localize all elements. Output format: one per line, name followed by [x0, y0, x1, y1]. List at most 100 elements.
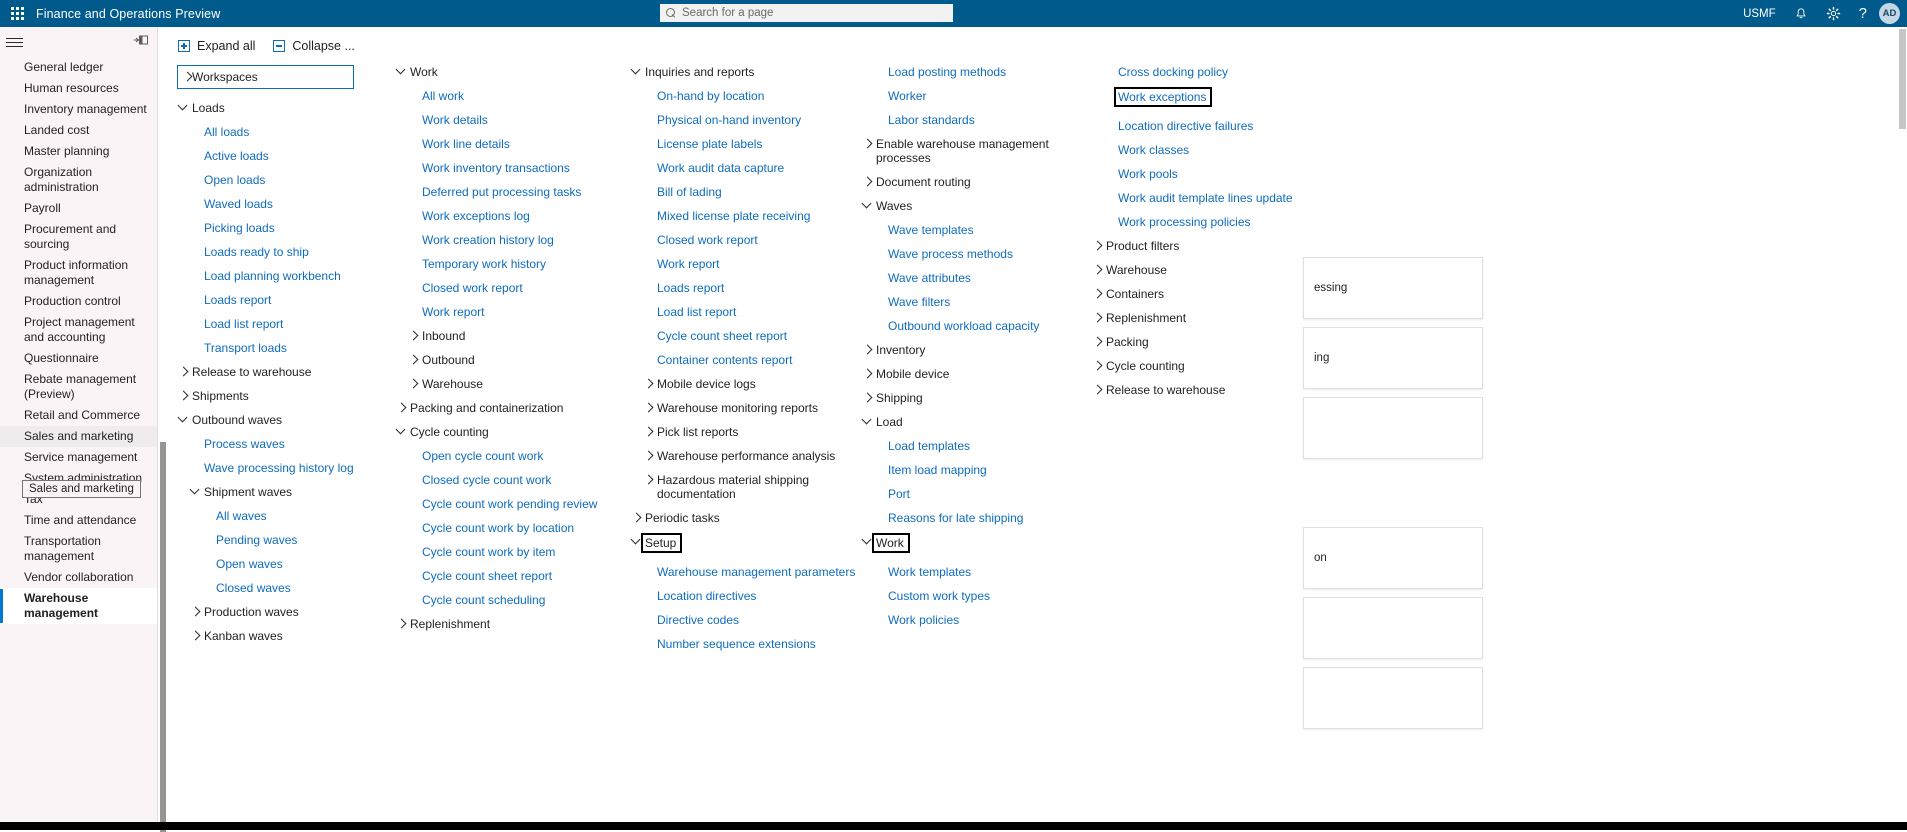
- peek-card[interactable]: essing: [1303, 257, 1483, 319]
- nav-group-warehouse-performance-analysis[interactable]: Warehouse performance analysis: [631, 449, 855, 463]
- sidebar-item-rebate-management-preview[interactable]: Rebate management (Preview): [0, 369, 157, 405]
- nav-group-inventory[interactable]: Inventory: [862, 343, 1072, 357]
- nav-link-work-details[interactable]: Work details: [396, 113, 597, 127]
- sidebar-item-general-ledger[interactable]: General ledger: [0, 57, 157, 78]
- nav-link-license-plate-labels[interactable]: License plate labels: [631, 137, 855, 151]
- nav-link-wave-process-methods[interactable]: Wave process methods: [862, 247, 1072, 261]
- nav-link-cycle-count-work-by-location[interactable]: Cycle count work by location: [396, 521, 597, 535]
- sidebar-item-warehouse-management[interactable]: Warehouse management: [0, 588, 157, 624]
- nav-link-all-work[interactable]: All work: [396, 89, 597, 103]
- sidebar-item-time-and-attendance[interactable]: Time and attendance: [0, 510, 157, 531]
- gear-icon[interactable]: [1817, 0, 1850, 27]
- nav-link-work-report[interactable]: Work report: [631, 257, 855, 271]
- nav-group-work[interactable]: Work: [862, 533, 1072, 555]
- nav-link-open-cycle-count-work[interactable]: Open cycle count work: [396, 449, 597, 463]
- nav-link-all-loads[interactable]: All loads: [178, 125, 354, 139]
- sidebar-item-project-management-and-accounting[interactable]: Project management and accounting: [0, 312, 157, 348]
- nav-link-work-classes[interactable]: Work classes: [1092, 143, 1293, 157]
- nav-link-cycle-count-work-by-item[interactable]: Cycle count work by item: [396, 545, 597, 559]
- nav-group-inquiries-and-reports[interactable]: Inquiries and reports: [631, 65, 855, 79]
- nav-link-item-load-mapping[interactable]: Item load mapping: [862, 463, 1072, 477]
- nav-group-containers[interactable]: Containers: [1092, 287, 1293, 301]
- nav-link-deferred-put-processing-tasks[interactable]: Deferred put processing tasks: [396, 185, 597, 199]
- nav-link-cycle-count-sheet-report[interactable]: Cycle count sheet report: [396, 569, 597, 583]
- nav-group-shipment-waves[interactable]: Shipment waves: [178, 485, 354, 499]
- nav-link-work-report[interactable]: Work report: [396, 305, 597, 319]
- nav-link-location-directive-failures[interactable]: Location directive failures: [1092, 119, 1293, 133]
- nav-link-loads-report[interactable]: Loads report: [631, 281, 855, 295]
- nav-link-worker[interactable]: Worker: [862, 89, 1072, 103]
- nav-link-closed-work-report[interactable]: Closed work report: [396, 281, 597, 295]
- page-scrollbar-thumb[interactable]: [1899, 29, 1906, 129]
- nav-link-temporary-work-history[interactable]: Temporary work history: [396, 257, 597, 271]
- nav-group-release-to-warehouse[interactable]: Release to warehouse: [178, 365, 354, 379]
- nav-link-waved-loads[interactable]: Waved loads: [178, 197, 354, 211]
- sidebar-item-inventory-management[interactable]: Inventory management: [0, 99, 157, 120]
- nav-link-load-list-report[interactable]: Load list report: [631, 305, 855, 319]
- nav-group-release-to-warehouse[interactable]: Release to warehouse: [1092, 383, 1293, 397]
- nav-group-shipping[interactable]: Shipping: [862, 391, 1072, 405]
- nav-link-physical-on-hand-inventory[interactable]: Physical on-hand inventory: [631, 113, 855, 127]
- nav-link-wave-templates[interactable]: Wave templates: [862, 223, 1072, 237]
- collapse-all-button[interactable]: Collapse ...: [273, 39, 355, 53]
- nav-link-cycle-count-scheduling[interactable]: Cycle count scheduling: [396, 593, 597, 607]
- nav-group-production-waves[interactable]: Production waves: [178, 605, 354, 619]
- nav-link-transport-loads[interactable]: Transport loads: [178, 341, 354, 355]
- nav-link-load-list-report[interactable]: Load list report: [178, 317, 354, 331]
- sidebar-item-vendor-collaboration[interactable]: Vendor collaboration: [0, 567, 157, 588]
- nav-link-picking-loads[interactable]: Picking loads: [178, 221, 354, 235]
- nav-group-waves[interactable]: Waves: [862, 199, 1072, 213]
- nav-link-all-waves[interactable]: All waves: [178, 509, 354, 523]
- bell-icon[interactable]: [1785, 0, 1817, 27]
- nav-link-container-contents-report[interactable]: Container contents report: [631, 353, 855, 367]
- nav-group-workspaces-focused[interactable]: Workspaces: [177, 65, 354, 89]
- nav-group-packing-and-containerization[interactable]: Packing and containerization: [396, 401, 597, 415]
- nav-link-work-audit-data-capture[interactable]: Work audit data capture: [631, 161, 855, 175]
- avatar[interactable]: AD: [1879, 3, 1900, 24]
- nav-group-cycle-counting[interactable]: Cycle counting: [396, 425, 597, 439]
- nav-link-work-exceptions-log[interactable]: Work exceptions log: [396, 209, 597, 223]
- company-indicator[interactable]: USMF: [1734, 0, 1785, 27]
- pin-panel-icon[interactable]: [133, 33, 149, 51]
- waffle-grid-icon[interactable]: [0, 0, 34, 27]
- nav-link-work-policies[interactable]: Work policies: [862, 613, 1072, 627]
- nav-link-load-templates[interactable]: Load templates: [862, 439, 1072, 453]
- nav-group-shipments[interactable]: Shipments: [178, 389, 354, 403]
- nav-link-wave-filters[interactable]: Wave filters: [862, 295, 1072, 309]
- nav-group-warehouse-monitoring-reports[interactable]: Warehouse monitoring reports: [631, 401, 855, 415]
- nav-group-loads[interactable]: Loads: [178, 101, 354, 115]
- question-mark-icon[interactable]: ?: [1850, 0, 1876, 27]
- sidebar-item-transportation-management[interactable]: Transportation management: [0, 531, 157, 567]
- sidebar-item-landed-cost[interactable]: Landed cost: [0, 120, 157, 141]
- nav-link-work-pools[interactable]: Work pools: [1092, 167, 1293, 181]
- nav-link-work-exceptions[interactable]: Work exceptions: [1092, 87, 1293, 109]
- nav-group-hazardous-material-shipping-documentation[interactable]: Hazardous material shipping documentatio…: [631, 473, 841, 501]
- sidebar-item-human-resources[interactable]: Human resources: [0, 78, 157, 99]
- nav-group-outbound-waves[interactable]: Outbound waves: [178, 413, 354, 427]
- peek-card[interactable]: on: [1303, 527, 1483, 589]
- nav-link-custom-work-types[interactable]: Custom work types: [862, 589, 1072, 603]
- sidebar-item-retail-and-commerce[interactable]: Retail and Commerce: [0, 405, 157, 426]
- nav-group-warehouse[interactable]: Warehouse: [1092, 263, 1293, 277]
- nav-link-work-processing-policies[interactable]: Work processing policies: [1092, 215, 1293, 229]
- nav-link-loads-report[interactable]: Loads report: [178, 293, 354, 307]
- nav-link-warehouse-management-parameters[interactable]: Warehouse management parameters: [631, 565, 855, 579]
- nav-link-work-templates[interactable]: Work templates: [862, 565, 1072, 579]
- nav-link-bill-of-lading[interactable]: Bill of lading: [631, 185, 855, 199]
- nav-link-open-loads[interactable]: Open loads: [178, 173, 354, 187]
- nav-group-kanban-waves[interactable]: Kanban waves: [178, 629, 354, 643]
- nav-group-work[interactable]: Work: [396, 65, 597, 79]
- nav-link-wave-attributes[interactable]: Wave attributes: [862, 271, 1072, 285]
- nav-link-active-loads[interactable]: Active loads: [178, 149, 354, 163]
- sidebar-item-sales-and-marketing[interactable]: Sales and marketing: [0, 426, 157, 447]
- nav-link-process-waves[interactable]: Process waves: [178, 437, 354, 451]
- nav-link-open-waves[interactable]: Open waves: [178, 557, 354, 571]
- peek-card[interactable]: [1303, 597, 1483, 659]
- nav-link-cycle-count-sheet-report[interactable]: Cycle count sheet report: [631, 329, 855, 343]
- sidebar-item-master-planning[interactable]: Master planning: [0, 141, 157, 162]
- nav-link-number-sequence-extensions[interactable]: Number sequence extensions: [631, 637, 855, 651]
- nav-scrollbar-thumb[interactable]: [160, 442, 166, 832]
- page-scrollbar-track[interactable]: [1898, 27, 1907, 830]
- nav-group-document-routing[interactable]: Document routing: [862, 175, 1072, 189]
- nav-link-work-line-details[interactable]: Work line details: [396, 137, 597, 151]
